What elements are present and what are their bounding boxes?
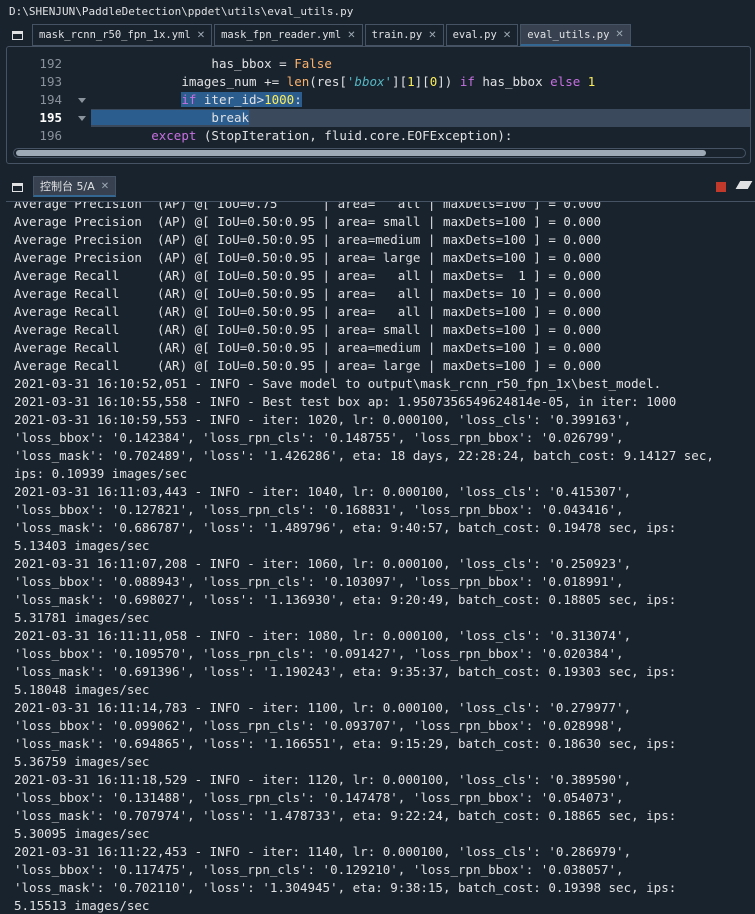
console-line: 'loss_bbox': '0.117475', 'loss_rpn_cls':… bbox=[14, 862, 624, 877]
console-tab-list-menu-icon[interactable] bbox=[6, 176, 28, 198]
tab-label: eval.py bbox=[452, 29, 497, 41]
console-line: 'loss_mask': '0.691396', 'loss': '1.1902… bbox=[14, 664, 677, 679]
line-number: 196 bbox=[39, 128, 62, 143]
close-icon[interactable]: ✕ bbox=[503, 30, 511, 41]
tab-mask-rcnn-yml[interactable]: mask_rcnn_r50_fpn_1x.yml ✕ bbox=[32, 24, 213, 46]
tab-eval-py[interactable]: eval.py ✕ bbox=[445, 24, 519, 46]
console-line: 2021-03-31 16:11:07,208 - INFO - iter: 1… bbox=[14, 556, 632, 571]
console-line: 'loss_mask': '0.707974', 'loss': '1.4787… bbox=[14, 808, 677, 823]
console-line: 'loss_mask': '0.702110', 'loss': '1.3049… bbox=[14, 880, 677, 895]
console-tab-bar: 控制台 5/A ✕ bbox=[0, 176, 755, 198]
console-line: 5.31781 images/sec bbox=[14, 610, 150, 625]
line-number: 192 bbox=[39, 56, 62, 71]
fold-arrow-icon[interactable] bbox=[78, 116, 86, 121]
console-line: 2021-03-31 16:11:14,783 - INFO - iter: 1… bbox=[14, 700, 632, 715]
console-line: 'loss_mask': '0.694865', 'loss': '1.1665… bbox=[14, 736, 677, 751]
console-line: 2021-03-31 16:11:18,529 - INFO - iter: 1… bbox=[14, 772, 632, 787]
fold-arrow-icon[interactable] bbox=[78, 98, 86, 103]
file-path-bar: D:\SHENJUN\PaddleDetection\ppdet\utils\e… bbox=[0, 0, 755, 24]
tab-train-py[interactable]: train.py ✕ bbox=[364, 24, 444, 46]
code-line: has_bbox = False bbox=[211, 56, 332, 71]
pane-splitter[interactable] bbox=[0, 166, 755, 176]
console-line: Average Precision (AP) @[ IoU=0.75 | are… bbox=[14, 201, 601, 211]
console-line: 2021-03-31 16:11:22,453 - INFO - iter: 1… bbox=[14, 844, 632, 859]
console-line: 2021-03-31 16:10:55,558 - INFO - Best te… bbox=[14, 394, 677, 409]
console-line: 2021-03-31 16:11:03,443 - INFO - iter: 1… bbox=[14, 484, 632, 499]
console-tab-label: 控制台 5/A bbox=[40, 180, 95, 193]
console-line: 5.30095 images/sec bbox=[14, 826, 150, 841]
console-line: 'loss_bbox': '0.127821', 'loss_rpn_cls':… bbox=[14, 502, 624, 517]
console-line: Average Recall (AR) @[ IoU=0.50:0.95 | a… bbox=[14, 286, 601, 301]
scrollbar-thumb[interactable] bbox=[16, 150, 706, 156]
editor-tab-bar: mask_rcnn_r50_fpn_1x.yml ✕ mask_fpn_reade… bbox=[0, 24, 755, 46]
console-line: 'loss_bbox': '0.088943', 'loss_rpn_cls':… bbox=[14, 574, 624, 589]
code-editor[interactable]: 192 193 194 195 196 has_bbox = False ima… bbox=[6, 46, 751, 164]
close-icon[interactable]: ✕ bbox=[428, 30, 436, 41]
console-line: 5.18048 images/sec bbox=[14, 682, 150, 697]
line-number: 193 bbox=[39, 74, 62, 89]
tab-label: mask_fpn_reader.yml bbox=[221, 29, 342, 41]
console-line: 'loss_bbox': '0.099062', 'loss_rpn_cls':… bbox=[14, 718, 624, 733]
tab-eval-utils-py[interactable]: eval_utils.py ✕ bbox=[520, 24, 631, 46]
stop-icon[interactable] bbox=[716, 182, 726, 192]
console-line: Average Recall (AR) @[ IoU=0.50:0.95 | a… bbox=[14, 340, 601, 355]
console-line: Average Precision (AP) @[ IoU=0.50:0.95 … bbox=[14, 232, 601, 247]
console-line: 2021-03-31 16:10:59,553 - INFO - iter: 1… bbox=[14, 412, 632, 427]
console-line: Average Precision (AP) @[ IoU=0.50:0.95 … bbox=[14, 250, 601, 265]
console-line: 'loss_mask': '0.686787', 'loss': '1.4897… bbox=[14, 520, 677, 535]
code-line: except (StopIteration, fluid.core.EOFExc… bbox=[151, 128, 513, 143]
console-line: Average Recall (AR) @[ IoU=0.50:0.95 | a… bbox=[14, 268, 601, 283]
tab-label: mask_rcnn_r50_fpn_1x.yml bbox=[39, 29, 191, 41]
console-line: 'loss_bbox': '0.131488', 'loss_rpn_cls':… bbox=[14, 790, 624, 805]
close-icon[interactable]: ✕ bbox=[197, 30, 205, 41]
console-line: 'loss_mask': '0.698027', 'loss': '1.1369… bbox=[14, 592, 677, 607]
close-icon[interactable]: ✕ bbox=[101, 181, 109, 192]
console-line: 5.15513 images/sec bbox=[14, 898, 150, 913]
console-line: Average Recall (AR) @[ IoU=0.50:0.95 | a… bbox=[14, 358, 601, 373]
console-line: Average Precision (AP) @[ IoU=0.50:0.95 … bbox=[14, 214, 601, 229]
tab-list-menu-icon[interactable] bbox=[6, 24, 28, 46]
tab-console[interactable]: 控制台 5/A ✕ bbox=[33, 176, 117, 197]
tab-label: eval_utils.py bbox=[527, 28, 610, 41]
close-icon[interactable]: ✕ bbox=[347, 30, 355, 41]
close-icon[interactable]: ✕ bbox=[615, 29, 623, 40]
console-line: 'loss_bbox': '0.142384', 'loss_rpn_cls':… bbox=[14, 430, 624, 445]
console-line: 2021-03-31 16:10:52,051 - INFO - Save mo… bbox=[14, 376, 662, 391]
console-line: 'loss_bbox': '0.109570', 'loss_rpn_cls':… bbox=[14, 646, 624, 661]
console-line: 5.36759 images/sec bbox=[14, 754, 150, 769]
console-output[interactable]: Average Precision (AP) @[ IoU=0.75 | are… bbox=[6, 201, 755, 914]
console-line: ips: 0.10939 images/sec bbox=[14, 466, 188, 481]
horizontal-scrollbar[interactable] bbox=[13, 148, 746, 158]
code-line: if iter_id>1000: bbox=[181, 92, 302, 107]
console-line: Average Recall (AR) @[ IoU=0.50:0.95 | a… bbox=[14, 322, 601, 337]
console-line: Average Recall (AR) @[ IoU=0.50:0.95 | a… bbox=[14, 304, 601, 319]
console-text: Average Precision (AP) @[ IoU=0.75 | are… bbox=[14, 201, 755, 914]
console-line: 5.13403 images/sec bbox=[14, 538, 150, 553]
code-line-current: break bbox=[91, 109, 750, 127]
code-line: images_num += len(res['bbox'][1][0]) if … bbox=[181, 74, 596, 89]
console-line: 2021-03-31 16:11:11,058 - INFO - iter: 1… bbox=[14, 628, 632, 643]
tab-label: train.py bbox=[371, 29, 423, 41]
tab-mask-fpn-reader[interactable]: mask_fpn_reader.yml ✕ bbox=[214, 24, 363, 46]
eraser-icon[interactable] bbox=[735, 181, 753, 189]
console-line: 'loss_mask': '0.702489', 'loss': '1.4262… bbox=[14, 448, 714, 463]
